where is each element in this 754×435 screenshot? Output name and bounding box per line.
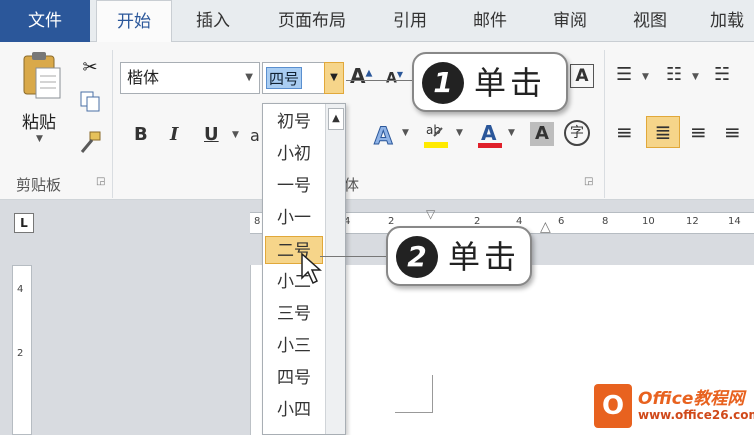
office-logo-icon: O [594, 384, 632, 428]
text-effects-dropdown-icon[interactable]: ▼ [402, 128, 409, 138]
svg-text:A: A [481, 121, 497, 145]
group-divider [112, 50, 113, 198]
tab-addins[interactable]: 加载 [700, 0, 754, 42]
underline-dropdown-icon[interactable]: ▼ [232, 130, 239, 140]
font-size-box[interactable]: 四号 ▼ [262, 62, 344, 94]
font-size-option[interactable]: 小一 [265, 204, 323, 232]
ribbon: 粘贴 ▼ ✂ 剪贴板 ◲ 楷体 ▼ 四号 ▼ A▲ A▼ B I U ▼ a A… [0, 42, 754, 200]
font-color-dropdown-icon[interactable]: ▼ [508, 128, 515, 138]
ruler-tick: 2 [388, 216, 395, 227]
ruler-tick: 12 [686, 216, 699, 227]
paste-dropdown-icon[interactable]: ▼ [36, 134, 43, 144]
margin-corner-mark [395, 375, 433, 413]
highlight-color-icon[interactable]: ab [422, 120, 450, 154]
ruler-tick: 10 [642, 216, 655, 227]
font-size-option[interactable]: 小初 [265, 140, 323, 168]
callout-leader-line [346, 80, 412, 81]
paste-button[interactable] [18, 52, 64, 106]
numbering-dropdown-icon[interactable]: ▼ [692, 72, 699, 82]
bullets-icon[interactable]: ☰ [616, 64, 632, 85]
align-left-icon[interactable]: ≡ [616, 120, 633, 144]
numbering-icon[interactable]: ☷ [666, 64, 682, 85]
font-size-value[interactable]: 四号 [266, 67, 303, 89]
font-size-option[interactable]: 小四 [265, 396, 323, 424]
cut-icon[interactable]: ✂ [78, 56, 102, 80]
font-size-option[interactable]: 四号 [265, 364, 323, 392]
copy-icon[interactable] [78, 90, 102, 114]
tab-mailings[interactable]: 邮件 [458, 0, 522, 42]
tab-references[interactable]: 引用 [378, 0, 442, 42]
site-watermark: O Office教程网 www.office26.com [590, 382, 754, 432]
ruler-tick: 14 [728, 216, 741, 227]
font-size-option[interactable]: 一号 [265, 172, 323, 200]
tab-insert[interactable]: 插入 [180, 0, 246, 42]
char-border-icon[interactable]: A [570, 64, 594, 88]
align-center-button[interactable]: ≣ [646, 116, 680, 148]
right-indent-marker[interactable]: △ [540, 219, 551, 235]
tab-page-layout[interactable]: 页面布局 [262, 0, 362, 42]
ribbon-tab-bar: 文件 开始 插入 页面布局 引用 邮件 审阅 视图 加载 [0, 0, 754, 43]
tab-file[interactable]: 文件 [0, 0, 90, 42]
char-shading-icon[interactable]: A [530, 122, 554, 146]
underline-button[interactable]: U [204, 124, 219, 145]
mouse-pointer-icon [301, 252, 322, 285]
step-2-callout: 2 单击 [386, 226, 532, 286]
callout-leader-line [320, 256, 386, 257]
font-name-value: 楷体 [127, 68, 160, 87]
watermark-title: Office教程网 [638, 389, 745, 409]
font-size-option[interactable]: 初号 [265, 108, 323, 136]
font-size-dropdown-button[interactable]: ▼ [324, 62, 344, 94]
clipboard-group-label: 剪贴板 [16, 176, 62, 194]
tab-selector[interactable]: L [14, 213, 34, 233]
align-right-icon[interactable]: ≡ [690, 120, 707, 144]
scroll-up-icon[interactable]: ▲ [328, 108, 344, 130]
font-group-label: 体 [344, 176, 360, 194]
tab-home[interactable]: 开始 [96, 0, 172, 43]
grow-font-icon[interactable]: A▲ [350, 64, 372, 88]
step-text: 单击 [448, 238, 521, 276]
first-indent-marker[interactable]: ▽ [426, 207, 435, 221]
highlight-dropdown-icon[interactable]: ▼ [456, 128, 463, 138]
multilevel-list-icon[interactable]: ☵ [714, 64, 730, 85]
clipboard-launcher-icon[interactable]: ◲ [96, 176, 105, 187]
font-size-option[interactable]: 三号 [265, 300, 323, 328]
font-size-option[interactable]: 小三 [265, 332, 323, 360]
dropdown-scrollbar[interactable]: ▲ [325, 104, 345, 434]
strikethrough-icon[interactable]: a [250, 126, 260, 145]
vertical-ruler[interactable]: 4 2 [12, 265, 32, 435]
step-number: 1 [422, 62, 464, 104]
format-painter-icon[interactable] [78, 130, 102, 154]
text-effects-icon[interactable]: A [374, 122, 394, 151]
font-color-icon[interactable]: A [476, 120, 504, 154]
step-number: 2 [396, 236, 438, 278]
ruler-tick: 4 [17, 284, 24, 295]
bold-button[interactable]: B [134, 124, 148, 145]
group-divider [604, 50, 605, 198]
justify-icon[interactable]: ≡ [724, 120, 741, 144]
ruler-tick: 8 [602, 216, 609, 227]
watermark-url: www.office26.com [638, 408, 754, 422]
tab-view[interactable]: 视图 [618, 0, 682, 42]
enclose-char-icon[interactable]: 字 [564, 120, 590, 146]
paste-label: 粘贴 [22, 113, 56, 133]
ruler-tick: 6 [558, 216, 565, 227]
tab-review[interactable]: 审阅 [538, 0, 602, 42]
step-text: 单击 [474, 64, 547, 102]
shrink-font-icon[interactable]: A▼ [386, 70, 403, 87]
font-name-box[interactable]: 楷体 ▼ [120, 62, 260, 94]
step-1-callout: 1 单击 [412, 52, 568, 112]
clipboard-icon [23, 52, 61, 99]
font-name-dropdown-icon[interactable]: ▼ [245, 63, 253, 93]
bullets-dropdown-icon[interactable]: ▼ [642, 72, 649, 82]
font-launcher-icon[interactable]: ◲ [584, 176, 593, 187]
ruler-tick: 2 [17, 348, 24, 359]
ruler-tick: 8 [254, 216, 261, 227]
italic-button[interactable]: I [170, 124, 178, 145]
